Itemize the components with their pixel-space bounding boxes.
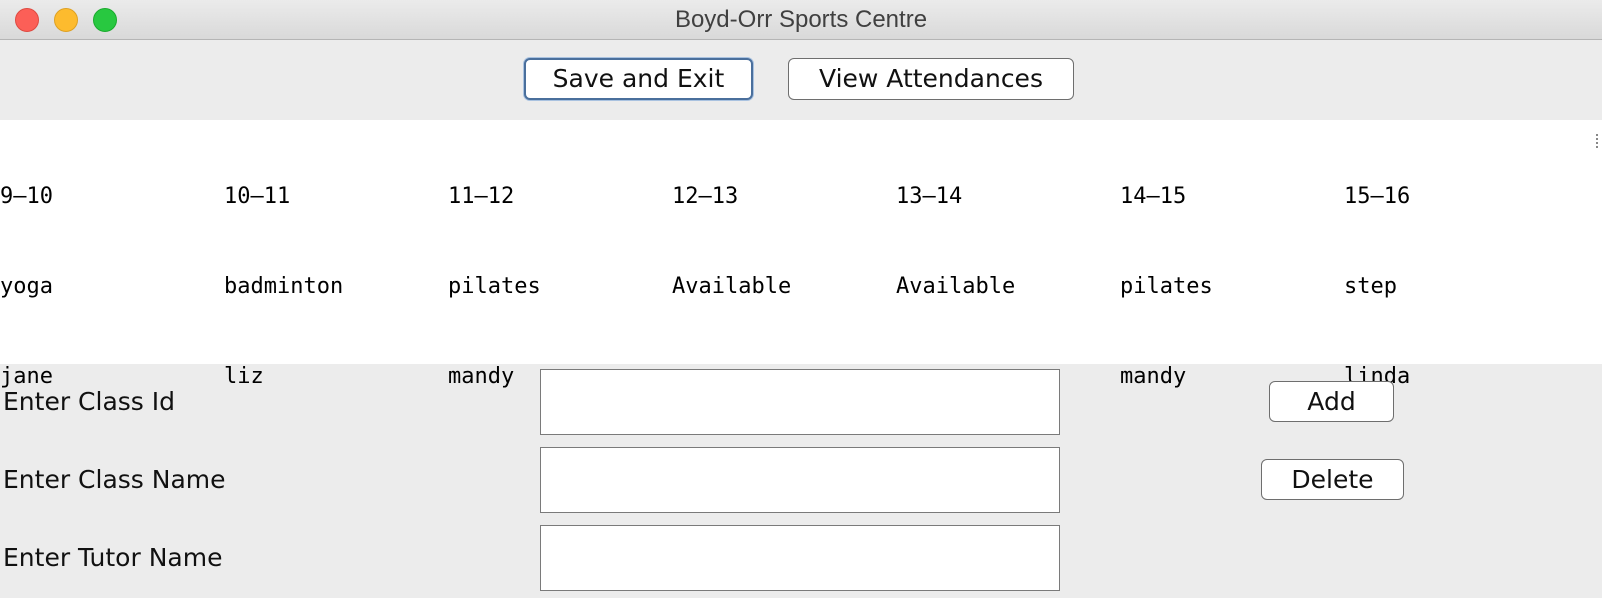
slot-time: 15–16 [1344,184,1411,209]
class-id-field[interactable] [540,369,1060,435]
timetable-slot: 10–11 badminton liz [224,122,448,452]
slot-time: 12–13 [672,184,739,209]
slot-class: step [1344,274,1397,299]
slot-class: Available [672,274,792,299]
class-name-label: Enter Class Name [3,465,226,494]
tutor-name-field[interactable] [540,525,1060,591]
window-title: Boyd-Orr Sports Centre [674,6,928,33]
class-id-label: Enter Class Id [3,387,176,416]
slot-class: pilates [448,274,541,299]
slot-class: badminton [224,274,344,299]
slot-time: 13–14 [896,184,963,209]
zoom-window-button[interactable] [93,8,117,32]
save-and-exit-button[interactable]: Save and Exit [524,58,753,100]
view-attendances-button[interactable]: View Attendances [788,58,1074,100]
slot-class: Available [896,274,1016,299]
timetable-area: 9–10 yoga jane 10–11 badminton liz 11–12… [0,120,1602,389]
title-bar[interactable]: Boyd-Orr Sports Centre [0,0,1602,40]
slot-time: 14–15 [1120,184,1187,209]
slot-time: 9–10 [0,184,53,209]
tutor-name-label: Enter Tutor Name [3,543,223,572]
class-name-field[interactable] [540,447,1060,513]
slot-class: pilates [1120,274,1213,299]
slot-time: 11–12 [448,184,515,209]
minimize-window-button[interactable] [54,8,78,32]
close-window-button[interactable] [15,8,39,32]
scroll-indicator [1596,134,1602,148]
slot-tutor: liz [224,364,264,389]
delete-button[interactable]: Delete [1261,459,1404,500]
slot-class: yoga [0,274,53,299]
add-button[interactable]: Add [1269,381,1394,422]
slot-time: 10–11 [224,184,291,209]
app-window: Boyd-Orr Sports Centre Save and Exit Vie… [0,0,1602,598]
